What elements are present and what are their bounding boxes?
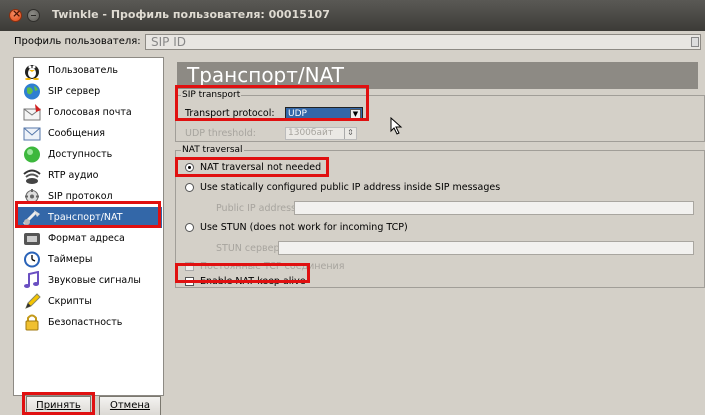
sidebar-item-sip-server[interactable]: SIP сервер — [17, 81, 162, 102]
udp-threshold-value: 1300байт — [288, 128, 334, 138]
public-ip-input[interactable] — [294, 201, 694, 215]
sidebar-item-label: Скрипты — [48, 296, 92, 307]
public-ip-label: Public IP address: — [216, 203, 300, 214]
pencil-icon — [25, 293, 41, 309]
voicemail-icon — [23, 104, 41, 121]
chevron-down-icon[interactable] — [691, 37, 699, 47]
clock-icon — [24, 251, 40, 268]
highlight-frame — [22, 392, 95, 415]
sidebar-item-messages[interactable]: Сообщения — [17, 123, 162, 144]
group-title: NAT traversal — [181, 145, 244, 155]
profile-select[interactable]: SIP ID — [145, 34, 701, 50]
sidebar-item-label: Голосовая почта — [48, 107, 132, 118]
profile-label: Профиль пользователя: — [14, 36, 141, 47]
sidebar-item-presence[interactable]: Доступность — [17, 144, 162, 165]
nat-static-radio[interactable] — [185, 183, 194, 192]
sidebar-item-sounds[interactable]: Звуковые сигналы — [17, 270, 162, 291]
user-icon — [25, 65, 39, 80]
sidebar-item-timers[interactable]: Таймеры — [17, 249, 162, 270]
sidebar-item-label: Звуковые сигналы — [48, 275, 141, 286]
cancel-button[interactable]: Отмена — [99, 396, 161, 415]
sidebar-item-label: SIP сервер — [48, 86, 101, 97]
sidebar-item-user[interactable]: Пользователь — [17, 60, 162, 81]
nat-stun-radio[interactable] — [185, 223, 194, 232]
highlight-frame — [175, 157, 329, 177]
highlight-frame — [15, 201, 161, 228]
spin-arrows-icon[interactable]: ⇕ — [344, 128, 356, 139]
audio-icon — [23, 169, 41, 184]
envelope-icon — [23, 127, 41, 141]
sidebar-item-label: Формат адреса — [48, 233, 125, 244]
sidebar-item-label: Безопастность — [48, 317, 123, 328]
sidebar-item-label: Сообщения — [48, 128, 106, 139]
address-icon — [24, 233, 40, 245]
music-note-icon — [24, 271, 39, 288]
close-icon[interactable] — [9, 7, 22, 22]
sidebar-item-label: RTP аудио — [48, 170, 99, 181]
udp-threshold-label: UDP threshold: — [185, 128, 256, 139]
window-title: Twinkle - Профиль пользователя: 00015107 — [52, 8, 330, 21]
sidebar-item-label: Пользователь — [48, 65, 118, 76]
sidebar-item-label: Таймеры — [48, 254, 93, 265]
stun-server-input[interactable] — [278, 241, 694, 255]
sidebar-item-voicemail[interactable]: Голосовая почта — [17, 102, 162, 123]
sidebar-item-rtp-audio[interactable]: RTP аудио — [17, 165, 162, 186]
nat-stun-label: Use STUN (does not work for incoming TCP… — [200, 222, 408, 233]
udp-threshold-spinner[interactable]: 1300байт ⇕ — [285, 127, 357, 140]
settings-panel: Транспорт/NAT SIP transport Transport pr… — [172, 57, 705, 396]
lock-icon — [25, 314, 39, 331]
stun-server-label: STUN сервер: — [216, 243, 283, 254]
profile-select-value: SIP ID — [151, 35, 186, 49]
window-titlebar: Twinkle - Профиль пользователя: 00015107 — [0, 0, 705, 31]
sidebar-item-scripts[interactable]: Скрипты — [17, 291, 162, 312]
highlight-frame — [175, 263, 310, 283]
nat-static-label: Use statically configured public IP addr… — [200, 182, 501, 193]
cancel-button-label: Отмена — [109, 400, 151, 411]
profile-row: Профиль пользователя: SIP ID — [0, 31, 705, 53]
sidebar-item-label: Доступность — [48, 149, 113, 160]
sidebar-item-security[interactable]: Безопастность — [17, 312, 162, 333]
mouse-cursor-icon — [390, 117, 403, 135]
minimize-icon[interactable] — [27, 9, 40, 22]
sidebar-item-address-format[interactable]: Формат адреса — [17, 228, 162, 249]
highlight-frame — [175, 85, 369, 121]
globe-icon — [24, 83, 40, 100]
presence-icon — [24, 146, 40, 163]
